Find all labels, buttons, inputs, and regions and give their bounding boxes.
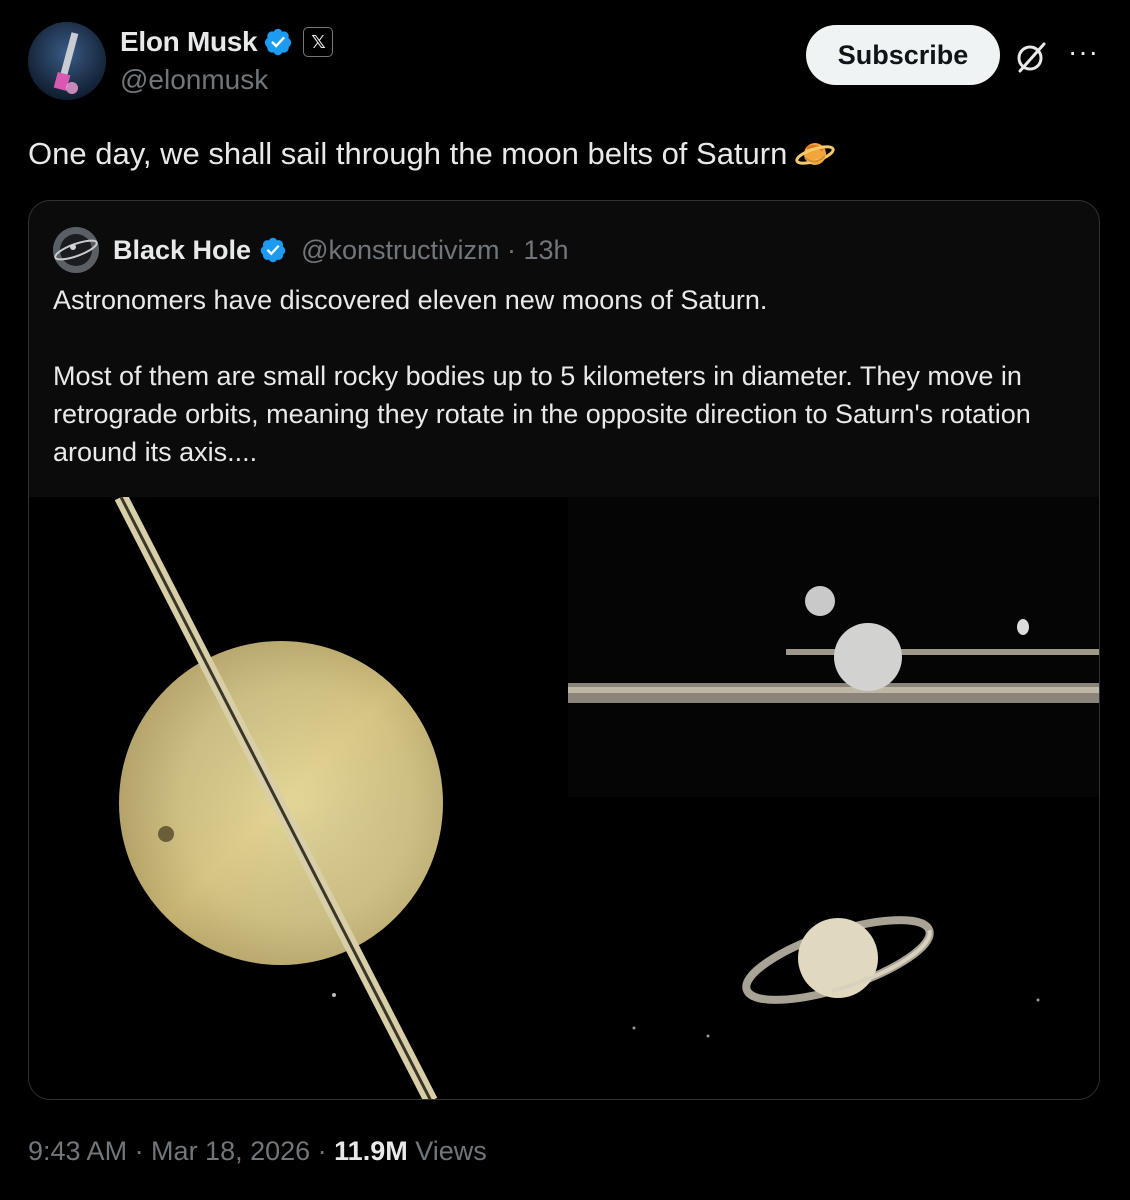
quoted-author-name[interactable]: Black Hole [113, 235, 251, 266]
timestamp[interactable]: 9:43 AM · Mar 18, 2026 · [28, 1136, 334, 1166]
views-count: 11.9M [334, 1136, 408, 1166]
tweet-page: Elon Musk 𝕏 @elonmusk Subscribe ··· One … [0, 0, 1130, 1200]
ringed-planet-emoji [795, 143, 836, 165]
tweet-meta: 9:43 AM · Mar 18, 2026 · 11.9M Views [28, 1136, 487, 1167]
quoted-paragraph-2: Most of them are small rocky bodies up t… [53, 361, 1031, 467]
tweet-text-row: One day, we shall sail through the moon … [28, 134, 836, 174]
quoted-tweet-body: Astronomers have discovered eleven new m… [53, 281, 1083, 471]
saturn-moons-rings-image[interactable] [568, 497, 1099, 797]
author-handle[interactable]: @elonmusk [120, 64, 268, 96]
saturn-distant-image[interactable] [568, 800, 1099, 1100]
quoted-author-handle[interactable]: @konstructivizm · 13h [301, 235, 568, 266]
saturn-closeup-image[interactable] [29, 497, 565, 1100]
quoted-paragraph-1: Astronomers have discovered eleven new m… [53, 285, 768, 315]
quoted-tweet-header: Black Hole @konstructivizm · 13h [53, 227, 569, 273]
views-label: Views [407, 1136, 487, 1166]
subscribe-button[interactable]: Subscribe [806, 25, 1000, 85]
author-name-row[interactable]: Elon Musk 𝕏 [120, 26, 334, 58]
author-avatar[interactable] [28, 22, 106, 100]
x-logo-icon: 𝕏 [303, 27, 334, 57]
grok-icon[interactable] [1014, 40, 1048, 74]
quoted-tweet-card[interactable]: Black Hole @konstructivizm · 13h Astrono… [28, 200, 1100, 1100]
tweet-text: One day, we shall sail through the moon … [28, 136, 788, 171]
verified-badge-icon [260, 237, 286, 263]
media-grid [29, 497, 1099, 1100]
quoted-author-avatar[interactable] [53, 227, 99, 273]
author-name[interactable]: Elon Musk [120, 26, 258, 58]
verified-badge-icon [265, 28, 292, 56]
more-icon[interactable]: ··· [1068, 36, 1099, 68]
